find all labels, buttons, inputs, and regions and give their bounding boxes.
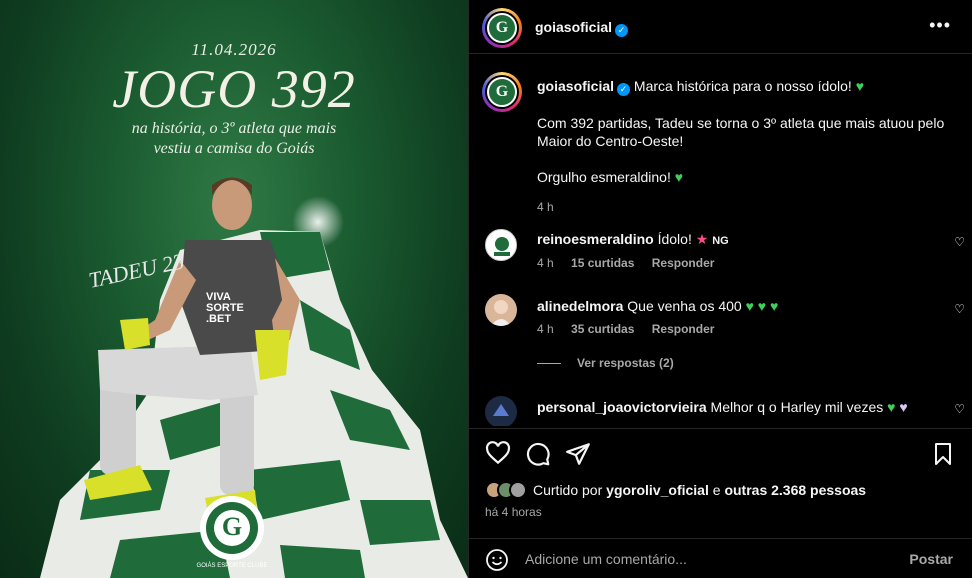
caption-paragraph: Com 392 partidas, Tadeu se torna o 3º at… (537, 115, 945, 149)
liked-by-user[interactable]: ygoroliv_oficial (606, 482, 709, 498)
view-replies-button[interactable]: Ver respostas (2) (537, 356, 674, 370)
reply-button[interactable]: Responder (652, 256, 715, 270)
purple-heart-icon: ♥ (899, 399, 908, 415)
comment-avatar[interactable] (485, 294, 517, 326)
comment-like-heart-icon[interactable]: ♡ (954, 402, 965, 416)
profile-avatar[interactable]: G (482, 8, 522, 48)
liked-by-and: e (712, 482, 721, 498)
post-image[interactable]: 11.04.2026 JOGO 392 na história, o 3º at… (0, 0, 468, 578)
post-side-panel: G goiasoficial ✓ ••• G goiasoficial ✓ Marc… (468, 0, 972, 578)
caption-closing: Orgulho esmeraldino! (537, 169, 671, 185)
comment-likes[interactable]: 35 curtidas (571, 322, 634, 336)
club-badge-letter: G (221, 512, 243, 541)
caption-time: 4 h (537, 200, 554, 214)
comment-like-heart-icon[interactable]: ♡ (954, 235, 965, 249)
reply-button[interactable]: Responder (652, 322, 715, 336)
comment-text: Ídolo! (657, 231, 692, 247)
comment-username[interactable]: reinoesmeraldino (537, 231, 654, 247)
comment-text: Que venha os 400 (627, 298, 742, 314)
comment-username[interactable]: alinedelmora (537, 298, 623, 314)
liked-by-prefix: Curtido por (533, 482, 603, 498)
green-heart-icon: ♥ (674, 169, 684, 185)
comment-avatar[interactable] (485, 229, 517, 261)
comment-bubble-icon[interactable] (525, 441, 551, 467)
post-subtitle-line2: vestiu a camisa do Goiás (153, 140, 315, 157)
more-options-icon[interactable]: ••• (929, 16, 951, 34)
liked-by: Curtido por ygoroliv_oficial e outras 2.… (485, 481, 866, 499)
comment-time: 4 h (537, 256, 554, 270)
liker-avatar[interactable] (509, 481, 527, 499)
post-headline: JOGO 392 (112, 59, 356, 119)
post-subtitle: na história, o 3º atleta que mais vestiu… (0, 119, 468, 159)
liked-by-others[interactable]: outras 2.368 pessoas (724, 482, 866, 498)
post-actions: Curtido por ygoroliv_oficial e outras 2.… (469, 428, 972, 578)
verified-badge-icon: ✓ (617, 83, 631, 96)
like-heart-icon[interactable] (485, 441, 511, 467)
comment-username[interactable]: personal_joaovictorvieira (537, 399, 707, 415)
add-comment-bar: Postar (469, 538, 972, 578)
share-send-icon[interactable] (565, 441, 591, 467)
caption-username[interactable]: goiasoficial (537, 78, 614, 94)
star-eyes-emoji-icon: ★ (695, 231, 709, 247)
comment-item: alinedelmora Que venha os 400 ♥ ♥ ♥ 4 h … (485, 294, 965, 344)
comment-item: personal_joaovictorvieira Melhor q o Har… (485, 396, 965, 426)
comment-likes[interactable]: 15 curtidas (571, 256, 634, 270)
save-bookmark-icon[interactable] (931, 441, 955, 467)
green-heart-icon: ♥ (855, 78, 865, 94)
caption-line1: Marca histórica para o nosso ídolo! (633, 78, 852, 94)
post-header: G goiasoficial ✓ ••• (469, 0, 972, 54)
comment-input[interactable] (525, 549, 895, 569)
post-time-ago[interactable]: há 4 horas (485, 505, 542, 519)
avatar-letter: G (487, 13, 517, 43)
jersey-sponsor: VIVA SORTE .BET (206, 291, 244, 325)
comment-item: reinoesmeraldino Ídolo! ★ NG 4 h 15 curt… (485, 229, 965, 279)
club-badge-text: GOIÁS ESPORTE CLUBE (196, 563, 268, 569)
header-username[interactable]: goiasoficial (535, 19, 612, 35)
post-comment-button[interactable]: Postar (909, 551, 953, 567)
comment-text: Melhor q o Harley mil vezes (710, 399, 884, 415)
green-heart-icon: ♥ ♥ ♥ (745, 298, 779, 314)
comment-avatar[interactable] (485, 396, 517, 426)
caption-avatar[interactable]: G (482, 72, 522, 112)
green-heart-icon: ♥ (887, 399, 896, 415)
post-date: 11.04.2026 (191, 40, 277, 59)
post-caption: goiasoficial ✓ Marca histórica para o nos… (537, 77, 957, 216)
post-subtitle-line1: na história, o 3º atleta que mais (131, 120, 337, 137)
comment-suffix: NG (712, 235, 729, 247)
comment-like-heart-icon[interactable]: ♡ (954, 302, 965, 316)
verified-badge-icon: ✓ (615, 24, 629, 37)
comment-time: 4 h (537, 322, 554, 336)
emoji-icon[interactable] (485, 548, 509, 572)
